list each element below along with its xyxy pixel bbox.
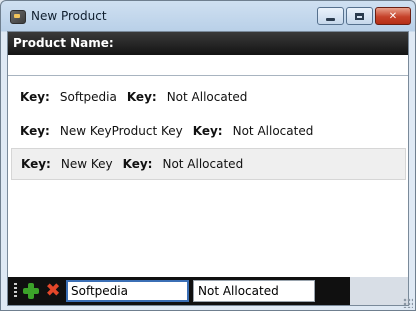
list-item-selected[interactable]: Key: New Key Key: Not Allocated xyxy=(11,148,406,180)
client-area: Product Name: Key: Softpedia Key: Not Al… xyxy=(7,31,409,306)
key-list: Key: Softpedia Key: Not Allocated Key: N… xyxy=(8,76,408,276)
remove-icon[interactable]: ✖ xyxy=(44,281,62,301)
key-label: Key: xyxy=(21,157,51,171)
key-name-input[interactable] xyxy=(66,280,189,302)
resize-grip-icon[interactable] xyxy=(403,298,413,308)
product-name-input[interactable] xyxy=(8,55,408,76)
list-item[interactable]: Key: New KeyProduct Key Key: Not Allocat… xyxy=(11,115,406,147)
minimize-icon xyxy=(326,17,335,21)
minimize-button[interactable] xyxy=(317,7,344,25)
key-label: Key: xyxy=(122,157,153,171)
list-item[interactable]: Key: Softpedia Key: Not Allocated xyxy=(11,81,406,113)
app-icon xyxy=(10,10,26,24)
key-status: Not Allocated xyxy=(162,157,244,171)
key-value: Softpedia xyxy=(59,90,117,104)
toolbar-grip-icon[interactable] xyxy=(14,283,17,299)
maximize-icon xyxy=(355,12,364,20)
key-label: Key: xyxy=(192,124,223,138)
title-bar[interactable]: New Product ✕ xyxy=(1,1,415,31)
key-status: Not Allocated xyxy=(166,90,248,104)
close-icon: ✕ xyxy=(388,10,398,22)
product-name-header: Product Name: xyxy=(8,32,408,55)
product-name-label: Product Name: xyxy=(13,36,114,50)
add-icon[interactable] xyxy=(22,282,40,300)
close-button[interactable]: ✕ xyxy=(375,7,411,25)
key-editor-toolbar: ✖ xyxy=(8,277,408,305)
key-status: Not Allocated xyxy=(232,124,314,138)
key-value: New KeyProduct Key xyxy=(59,124,183,138)
toolbar-end xyxy=(350,277,408,305)
key-value: New Key xyxy=(60,157,113,171)
key-label: Key: xyxy=(126,90,157,104)
maximize-button[interactable] xyxy=(346,7,373,25)
key-label: Key: xyxy=(20,124,50,138)
key-value-input[interactable] xyxy=(193,280,315,302)
key-label: Key: xyxy=(20,90,50,104)
new-product-window: New Product ✕ Product Name: Key: Softped… xyxy=(0,0,416,311)
window-title: New Product xyxy=(31,9,107,23)
